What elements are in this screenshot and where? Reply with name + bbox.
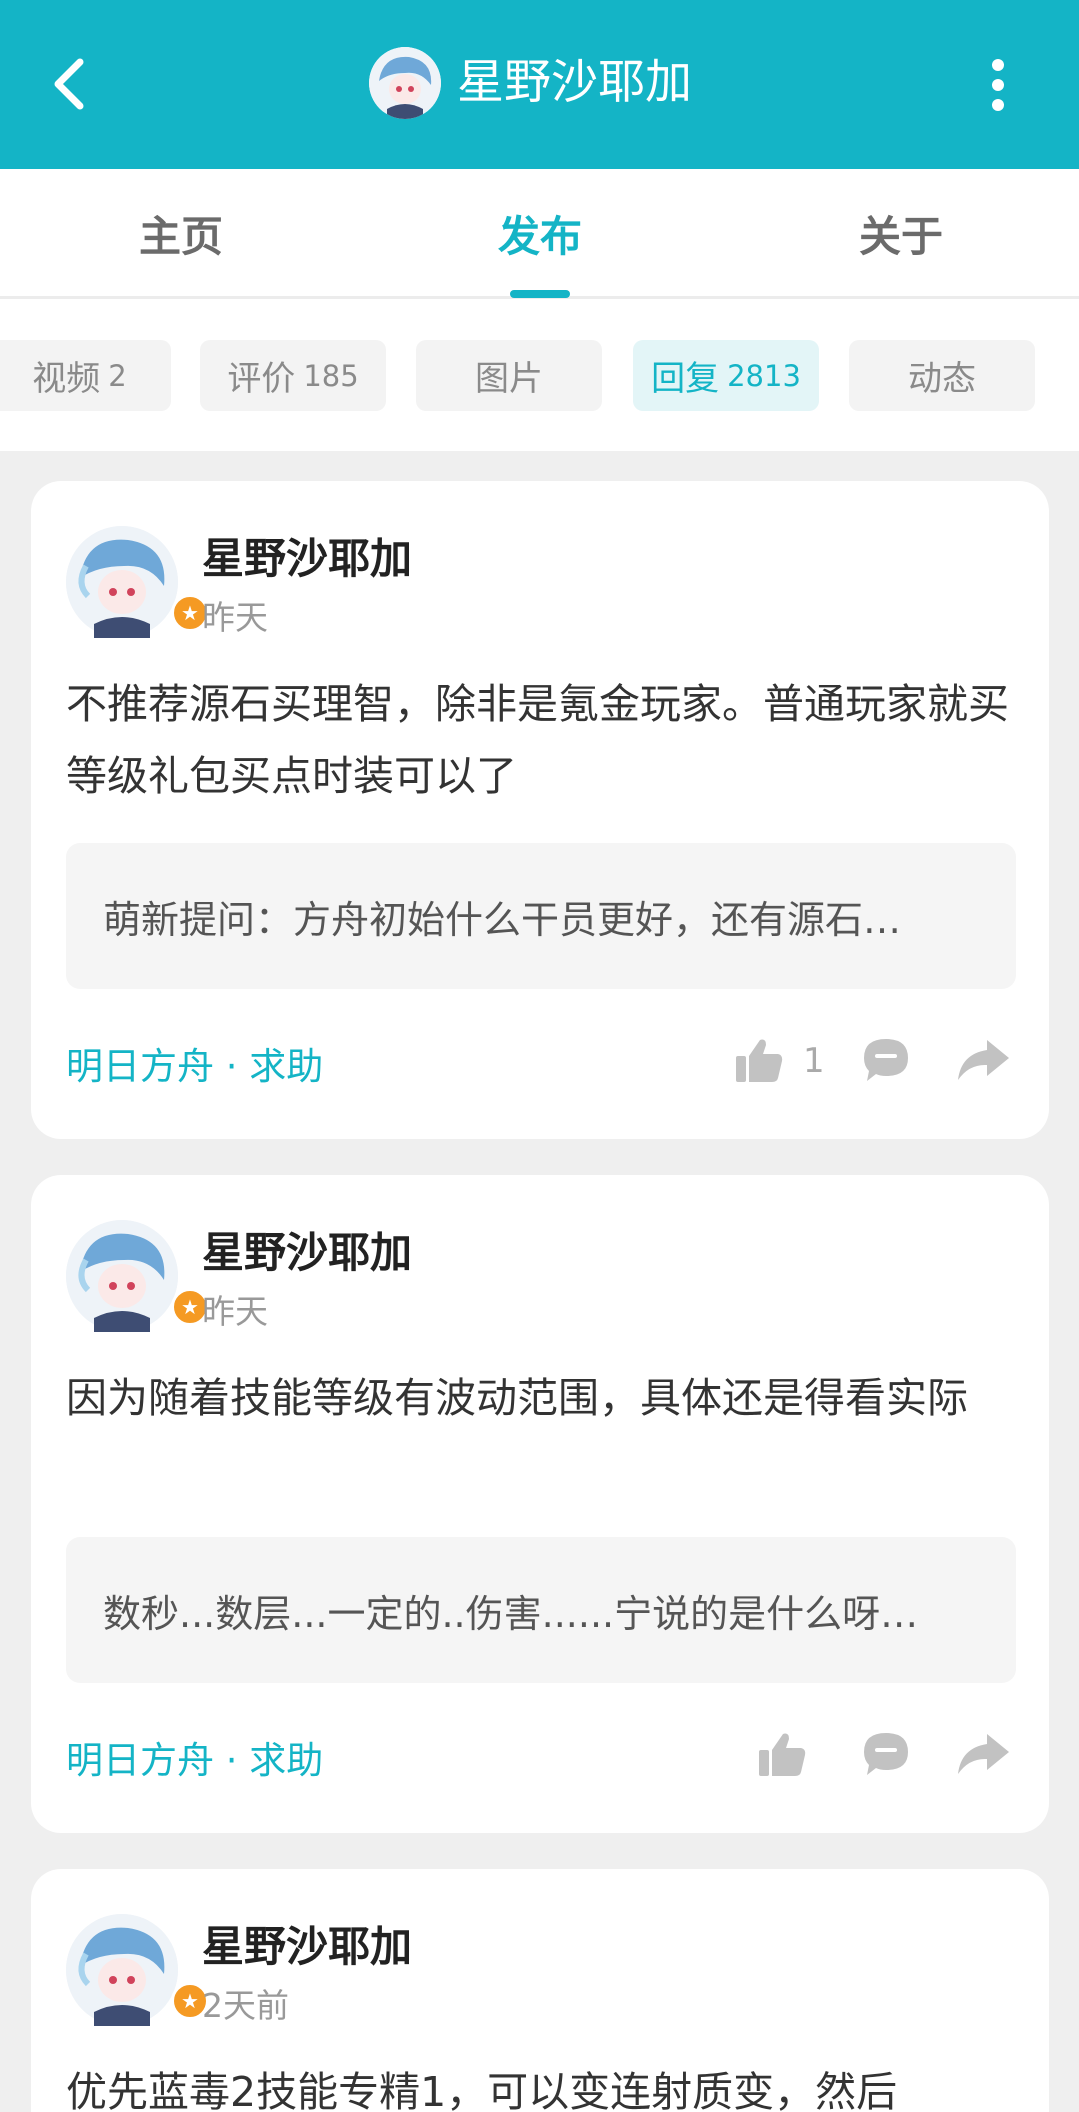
post-time: 昨天 [202, 598, 268, 637]
thumbs-up-icon [736, 1039, 783, 1082]
chip-label: 图片 [475, 359, 543, 399]
quoted-post[interactable]: 萌新提问：方舟初始什么干员更好，还有源石… [66, 843, 1016, 989]
more-vertical-icon [992, 59, 1004, 111]
chip-label: 视频 [32, 359, 101, 399]
user-name[interactable]: 星野沙耶加 [202, 1913, 412, 1974]
chip-images[interactable]: 图片 [416, 340, 602, 411]
chip-count: 2813 [727, 358, 801, 393]
content-filter-chips: 视频 2 评价 185 图片 回复 2813 动态 [0, 299, 1079, 451]
reply-card[interactable]: ★ 星野沙耶加 2天前 优先蓝毒2技能专精1，可以变连射质变，然后 [31, 1869, 1049, 2112]
chip-replies[interactable]: 回复 2813 [633, 340, 819, 411]
reply-content: 不推荐源石买理智，除非是氪金玩家。普通玩家就买等级礼包买点时装可以了 [66, 680, 1009, 800]
like-count: 1 [803, 1041, 825, 1081]
like-button[interactable] [734, 1036, 784, 1084]
comment-button[interactable] [861, 1730, 911, 1778]
user-name[interactable]: 星野沙耶加 [202, 1219, 412, 1280]
chip-count: 2 [108, 358, 127, 393]
tab-home[interactable]: 主页 [139, 203, 223, 264]
avatar[interactable] [66, 1220, 178, 1332]
reply-card[interactable]: ★ 星野沙耶加 昨天 不推荐源石买理智，除非是氪金玩家。普通玩家就买等级礼包买点… [31, 481, 1049, 1139]
profile-tabs: 主页 发布 关于 [0, 169, 1079, 299]
chip-label: 评价 [227, 359, 296, 399]
chip-label: 回复 [651, 359, 720, 399]
top-app-bar: 星野沙耶加 [0, 0, 1079, 169]
chip-reviews[interactable]: 评价 185 [200, 340, 386, 411]
reply-card[interactable]: ★ 星野沙耶加 昨天 因为随着技能等级有波动范围，具体还是得看实际 数秒...数… [31, 1175, 1049, 1833]
quoted-post[interactable]: 数秒...数层...一定的..伤害......宁说的是什么呀… [66, 1537, 1016, 1683]
tab-posts[interactable]: 发布 [498, 203, 582, 264]
header-avatar[interactable] [369, 47, 441, 119]
user-name[interactable]: 星野沙耶加 [202, 525, 412, 586]
share-icon [958, 1734, 1009, 1774]
tab-about[interactable]: 关于 [859, 203, 943, 264]
quoted-text: 萌新提问：方舟初始什么干员更好，还有源石… [103, 897, 902, 942]
forum-tag[interactable]: 明日方舟 · 求助 [66, 1036, 323, 1090]
share-button[interactable] [955, 1036, 1011, 1084]
avatar[interactable] [66, 526, 178, 638]
thumbs-up-icon [759, 1733, 806, 1776]
forum-tag[interactable]: 明日方舟 · 求助 [66, 1730, 323, 1784]
avatar[interactable] [66, 1914, 178, 2026]
comment-button[interactable] [861, 1036, 911, 1084]
chip-count: 185 [303, 358, 359, 393]
quoted-text: 数秒...数层...一定的..伤害......宁说的是什么呀… [103, 1591, 919, 1636]
header-title: 星野沙耶加 [457, 55, 692, 110]
post-time: 2天前 [202, 1986, 289, 2025]
active-tab-indicator [510, 290, 570, 298]
comment-icon [864, 1039, 908, 1081]
comment-icon [864, 1733, 908, 1775]
chip-activity[interactable]: 动态 [849, 340, 1035, 411]
chip-label: 动态 [908, 359, 976, 399]
back-arrow-icon [54, 58, 84, 110]
reply-content: 优先蓝毒2技能专精1，可以变连射质变，然后 [66, 2068, 898, 2112]
more-button[interactable] [968, 50, 1028, 120]
share-button[interactable] [955, 1730, 1011, 1778]
post-time: 昨天 [202, 1292, 268, 1331]
chip-videos[interactable]: 视频 2 [0, 340, 171, 411]
share-icon [958, 1040, 1009, 1080]
reply-content: 因为随着技能等级有波动范围，具体还是得看实际 [66, 1374, 968, 1422]
back-button[interactable] [40, 44, 100, 124]
like-button[interactable] [757, 1730, 807, 1778]
